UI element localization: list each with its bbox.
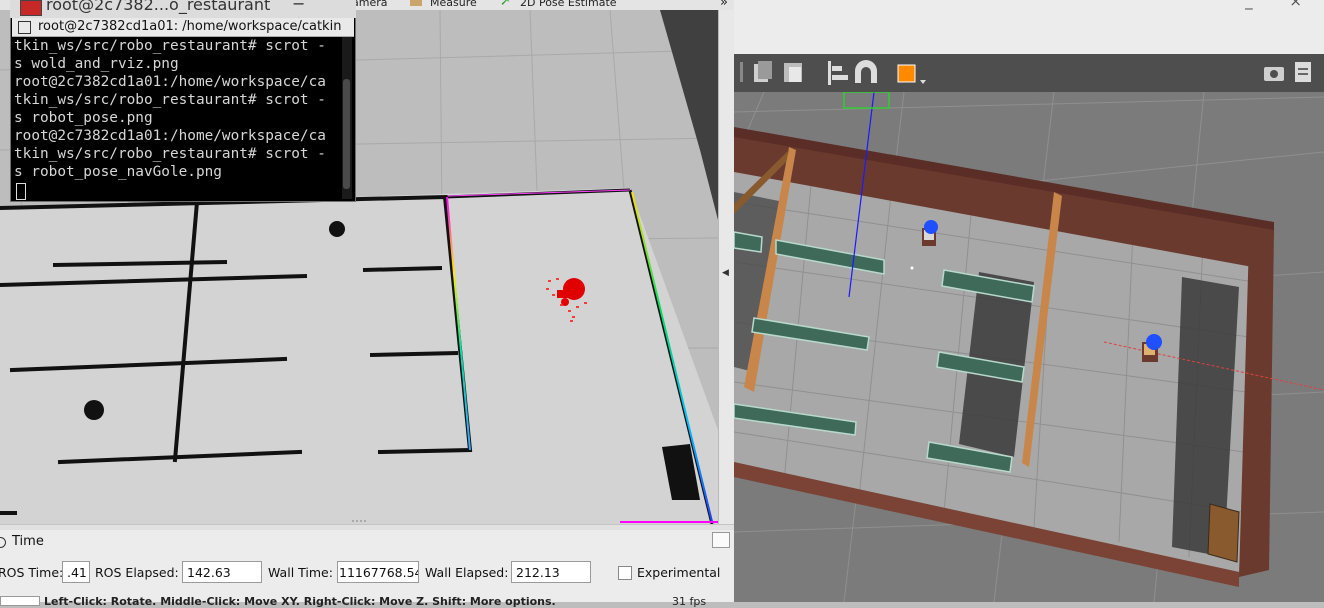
terminal-title: root@2c7382...o_restaurant: [46, 0, 271, 14]
terminal-line: root@2c7382cd1a01:/home/workspace/ca: [14, 128, 326, 144]
wall-elapsed-field[interactable]: 212.13: [511, 561, 591, 583]
experimental-label: Experimental: [637, 565, 721, 580]
terminal-titlebar[interactable]: root@2c7382...o_restaurant −+×: [10, 0, 356, 18]
terminal-line: s robot_pose.png: [14, 110, 153, 126]
gazebo-header: _ ×: [734, 0, 1324, 54]
measure-tool[interactable]: Measure: [430, 0, 477, 9]
terminal-line: tkin_ws/src/robo_restaurant# scrot -: [14, 146, 326, 162]
time-panel-close-button[interactable]: [712, 532, 730, 548]
gazebo-3d-view[interactable]: [734, 92, 1324, 602]
wall-time-field[interactable]: 11167768.54: [337, 561, 419, 583]
ros-elapsed-label: ROS Elapsed:: [95, 565, 179, 580]
wall-elapsed-label: Wall Elapsed:: [425, 565, 509, 580]
terminal-output[interactable]: tkin_ws/src/robo_restaurant# scrot - s wo…: [14, 37, 340, 199]
terminal-tab-icon: [18, 21, 31, 34]
window-controls-icon[interactable]: −+×: [292, 0, 356, 18]
terminal-tab-title: root@2c7382cd1a01: /home/workspace/catki…: [38, 19, 342, 34]
terminal-app-icon: [20, 0, 42, 16]
measure-icon: [410, 0, 422, 6]
paste-icon[interactable]: [784, 63, 802, 82]
gazebo-scene: [734, 92, 1324, 602]
reset-button[interactable]: [0, 596, 40, 606]
experimental-checkbox[interactable]: [618, 566, 632, 580]
ros-time-field[interactable]: .41: [62, 561, 90, 583]
rviz-side-collapse[interactable]: ◀: [718, 10, 735, 524]
view-angle-icon[interactable]: [897, 64, 926, 84]
align-icon[interactable]: [828, 61, 848, 85]
pose-arrow-icon: ➚: [500, 0, 511, 9]
gazebo-window-controls[interactable]: _ ×: [1245, 0, 1318, 10]
terminal-line: tkin_ws/src/robo_restaurant# scrot -: [14, 92, 326, 108]
time-panel-title: Time: [12, 534, 44, 549]
terminal-line: s wold_and_rviz.png: [14, 56, 179, 72]
collapse-arrow-icon: ◀: [722, 268, 729, 278]
screenshot-icon[interactable]: [1264, 67, 1284, 81]
toolbar-more-button[interactable]: »: [720, 0, 728, 10]
camera-tool[interactable]: amera: [352, 0, 388, 9]
ros-elapsed-field[interactable]: 142.63: [182, 561, 262, 583]
time-panel: Time ROS Time: .41 ROS Elapsed: 142.63 W…: [0, 530, 734, 608]
terminal-line: tkin_ws/src/robo_restaurant# scrot -: [14, 38, 326, 54]
terminal-line: root@2c7382cd1a01:/home/workspace/ca: [14, 74, 326, 90]
terminal-scrollbar[interactable]: [342, 37, 352, 199]
log-icon[interactable]: [1295, 62, 1311, 82]
time-panel-icon: [0, 537, 6, 548]
gazebo-toolbar: [734, 54, 1324, 92]
terminal-line: s robot_pose_navGole.png: [14, 164, 222, 180]
terminal-tab[interactable]: root@2c7382cd1a01: /home/workspace/catki…: [12, 18, 354, 37]
toolbar-edge-icon: [740, 62, 743, 82]
wall-time-label: Wall Time:: [268, 565, 333, 580]
snap-magnet-icon[interactable]: [855, 60, 877, 83]
copy-icon[interactable]: [754, 61, 772, 82]
terminal-scroll-thumb[interactable]: [343, 79, 350, 189]
pose-estimate-tool[interactable]: 2D Pose Estimate: [520, 0, 617, 9]
ros-time-label: ROS Time:: [0, 565, 64, 580]
terminal-cursor: [16, 183, 26, 200]
